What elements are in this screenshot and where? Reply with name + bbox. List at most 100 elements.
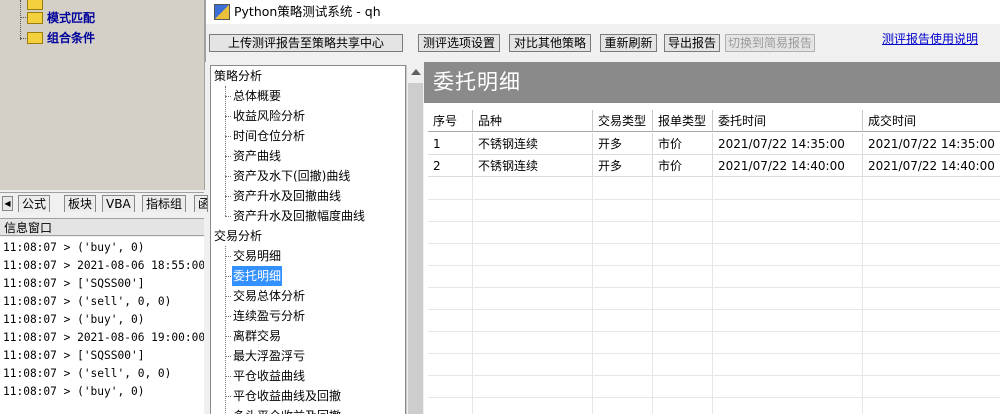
folder-icon bbox=[27, 11, 43, 24]
tab-formula[interactable]: 公式 bbox=[18, 195, 51, 212]
table-cell-trade-type[interactable]: 开多 bbox=[593, 133, 653, 155]
nav-item-time-position[interactable]: 时间仓位分析 bbox=[232, 126, 306, 146]
nav-item-overview[interactable]: 总体概要 bbox=[232, 86, 282, 106]
nav-item-equity-curve[interactable]: 资产曲线 bbox=[232, 146, 282, 166]
column-header-trade-type[interactable]: 交易类型 bbox=[593, 110, 653, 132]
grid-line bbox=[428, 353, 1000, 354]
table-cell-symbol[interactable]: 不锈钢连续 bbox=[473, 133, 593, 155]
order-detail-panel: 委托明细 序号 品种 交易类型 报单类型 委托时间 成交时间 1 不锈钢连续 开… bbox=[424, 62, 1000, 414]
nav-item-close-return-drawdown[interactable]: 平仓收益曲线及回撤 bbox=[232, 386, 342, 406]
help-link[interactable]: 测评报告使用说明 bbox=[882, 30, 978, 48]
tree-connector bbox=[225, 216, 231, 217]
nav-item-close-return-curve[interactable]: 平仓收益曲线 bbox=[232, 366, 306, 386]
table-cell-fill-time[interactable]: 2021/07/22 14:35:00 bbox=[863, 133, 1000, 155]
report-nav-tree: 策略分析 总体概要 收益风险分析 时间仓位分析 资产曲线 资产及水下(回撤)曲线… bbox=[210, 65, 406, 414]
table-cell-order-time[interactable]: 2021/07/22 14:35:00 bbox=[713, 133, 863, 155]
grid-line bbox=[428, 265, 1000, 266]
nav-item-equity-premium-drawdown-range[interactable]: 资产升水及回撤幅度曲线 bbox=[232, 206, 366, 226]
nav-item-consecutive-pl[interactable]: 连续盈亏分析 bbox=[232, 306, 306, 326]
tree-connector bbox=[20, 0, 21, 40]
grid-line bbox=[428, 243, 1000, 244]
tree-item-combo-condition[interactable]: 组合条件 bbox=[27, 30, 95, 46]
folder-icon bbox=[27, 31, 43, 44]
tab-scroll-left-icon[interactable]: ◀ bbox=[2, 196, 13, 211]
grid-line bbox=[428, 331, 1000, 332]
table-cell-order-type[interactable]: 市价 bbox=[653, 133, 713, 155]
detail-title: 委托明细 bbox=[433, 70, 521, 94]
log-line: 11:08:07 > ('sell', 0, 0) bbox=[3, 295, 172, 308]
refresh-button[interactable]: 重新刷新 bbox=[600, 34, 657, 52]
table-cell-order-type[interactable]: 市价 bbox=[653, 155, 713, 177]
detail-header-band: 委托明细 bbox=[424, 62, 1000, 103]
export-button[interactable]: 导出报告 bbox=[664, 34, 720, 52]
switch-simple-report-button[interactable]: 切换到简易报告 bbox=[725, 34, 815, 52]
nav-section-trade[interactable]: 交易分析 bbox=[214, 226, 262, 246]
nav-item-order-detail[interactable]: 委托明细 bbox=[232, 266, 283, 286]
tree-connector bbox=[225, 356, 231, 357]
bottom-tab-bar: ◀ 公式 板块 VBA 指标组 函 bbox=[0, 192, 208, 213]
window-title-bar: Python策略测试系统 - qh bbox=[205, 0, 1000, 24]
nav-item-trade-overall[interactable]: 交易总体分析 bbox=[232, 286, 306, 306]
grid-line bbox=[428, 375, 1000, 376]
upload-report-button[interactable]: 上传测评报告至策略共享中心 bbox=[209, 34, 403, 52]
grid-line bbox=[428, 397, 1000, 398]
settings-button[interactable]: 测评选项设置 bbox=[418, 34, 500, 52]
log-line: 11:08:07 > ('buy', 0) bbox=[3, 385, 145, 398]
table-cell-order-time[interactable]: 2021/07/22 14:40:00 bbox=[713, 155, 863, 177]
strategy-tree-panel: 模式匹配 组合条件 bbox=[0, 0, 205, 190]
grid-line bbox=[428, 287, 1000, 288]
nav-item-equity-premium-drawdown[interactable]: 资产升水及回撤曲线 bbox=[232, 186, 342, 206]
table-cell-trade-type[interactable]: 开多 bbox=[593, 155, 653, 177]
tree-connector bbox=[225, 256, 231, 257]
nav-item-long-close-return-drawdown[interactable]: 多头平仓收益及回撤 bbox=[232, 406, 342, 414]
folder-icon bbox=[27, 0, 43, 10]
app-icon bbox=[214, 4, 230, 20]
tree-connector bbox=[225, 176, 231, 177]
tree-connector bbox=[225, 396, 231, 397]
grid-line bbox=[652, 177, 653, 414]
log-line: 11:08:07 > ['SQSS00'] bbox=[3, 349, 145, 362]
table-cell-fill-time[interactable]: 2021/07/22 14:40:00 bbox=[863, 155, 1000, 177]
scrollbar-thumb[interactable] bbox=[408, 83, 423, 414]
log-line: 11:08:07 > ('sell', 0, 0) bbox=[3, 367, 172, 380]
nav-item-max-float-pl[interactable]: 最大浮盈浮亏 bbox=[232, 346, 306, 366]
tree-connector bbox=[20, 17, 26, 18]
tree-item-pattern-match[interactable]: 模式匹配 bbox=[27, 10, 95, 26]
log-line: 11:08:07 > ('buy', 0) bbox=[3, 313, 145, 326]
column-header-index[interactable]: 序号 bbox=[428, 110, 473, 132]
table-cell-index[interactable]: 2 bbox=[428, 155, 473, 177]
tree-connector bbox=[225, 136, 231, 137]
nav-item-outlier-trades[interactable]: 离群交易 bbox=[232, 326, 282, 346]
info-window-title: 信息窗口 bbox=[0, 218, 204, 236]
scroll-up-icon[interactable] bbox=[411, 69, 421, 75]
tree-connector bbox=[225, 156, 231, 157]
table-cell-index[interactable]: 1 bbox=[428, 133, 473, 155]
compare-button[interactable]: 对比其他策略 bbox=[509, 34, 591, 52]
tab-sector[interactable]: 板块 bbox=[64, 195, 97, 212]
table-cell-symbol[interactable]: 不锈钢连续 bbox=[473, 155, 593, 177]
column-header-fill-time[interactable]: 成交时间 bbox=[863, 110, 1000, 132]
nav-scrollbar[interactable] bbox=[406, 65, 425, 414]
nav-item-return-risk[interactable]: 收益风险分析 bbox=[232, 106, 306, 126]
tab-indicator-group[interactable]: 指标组 bbox=[142, 195, 187, 212]
log-line: 11:08:07 > 2021-08-06 18:55:00 bbox=[3, 259, 204, 272]
tree-connector bbox=[225, 246, 226, 414]
report-toolbar: 上传测评报告至策略共享中心 测评选项设置 对比其他策略 重新刷新 导出报告 切换… bbox=[205, 24, 1000, 62]
column-header-order-time[interactable]: 委托时间 bbox=[713, 110, 863, 132]
column-header-symbol[interactable]: 品种 bbox=[473, 110, 593, 132]
nav-section-strategy[interactable]: 策略分析 bbox=[214, 66, 262, 86]
tree-connector bbox=[225, 276, 231, 277]
grid-line bbox=[592, 177, 593, 414]
info-log[interactable]: 11:08:07 > ('buy', 0) 11:08:07 > 2021-08… bbox=[0, 237, 204, 414]
nav-item-trade-detail[interactable]: 交易明细 bbox=[232, 246, 282, 266]
tab-vba[interactable]: VBA bbox=[102, 195, 135, 212]
nav-item-equity-drawdown[interactable]: 资产及水下(回撤)曲线 bbox=[232, 166, 351, 186]
grid-line bbox=[712, 177, 713, 414]
tab-function[interactable]: 函 bbox=[194, 195, 208, 212]
log-line: 11:08:07 > 2021-08-06 19:00:00 bbox=[3, 331, 204, 344]
column-header-order-type[interactable]: 报单类型 bbox=[653, 110, 713, 132]
grid-line bbox=[428, 309, 1000, 310]
tree-item-label: 组合条件 bbox=[47, 31, 96, 45]
tree-connector bbox=[225, 196, 231, 197]
tree-connector bbox=[225, 336, 231, 337]
